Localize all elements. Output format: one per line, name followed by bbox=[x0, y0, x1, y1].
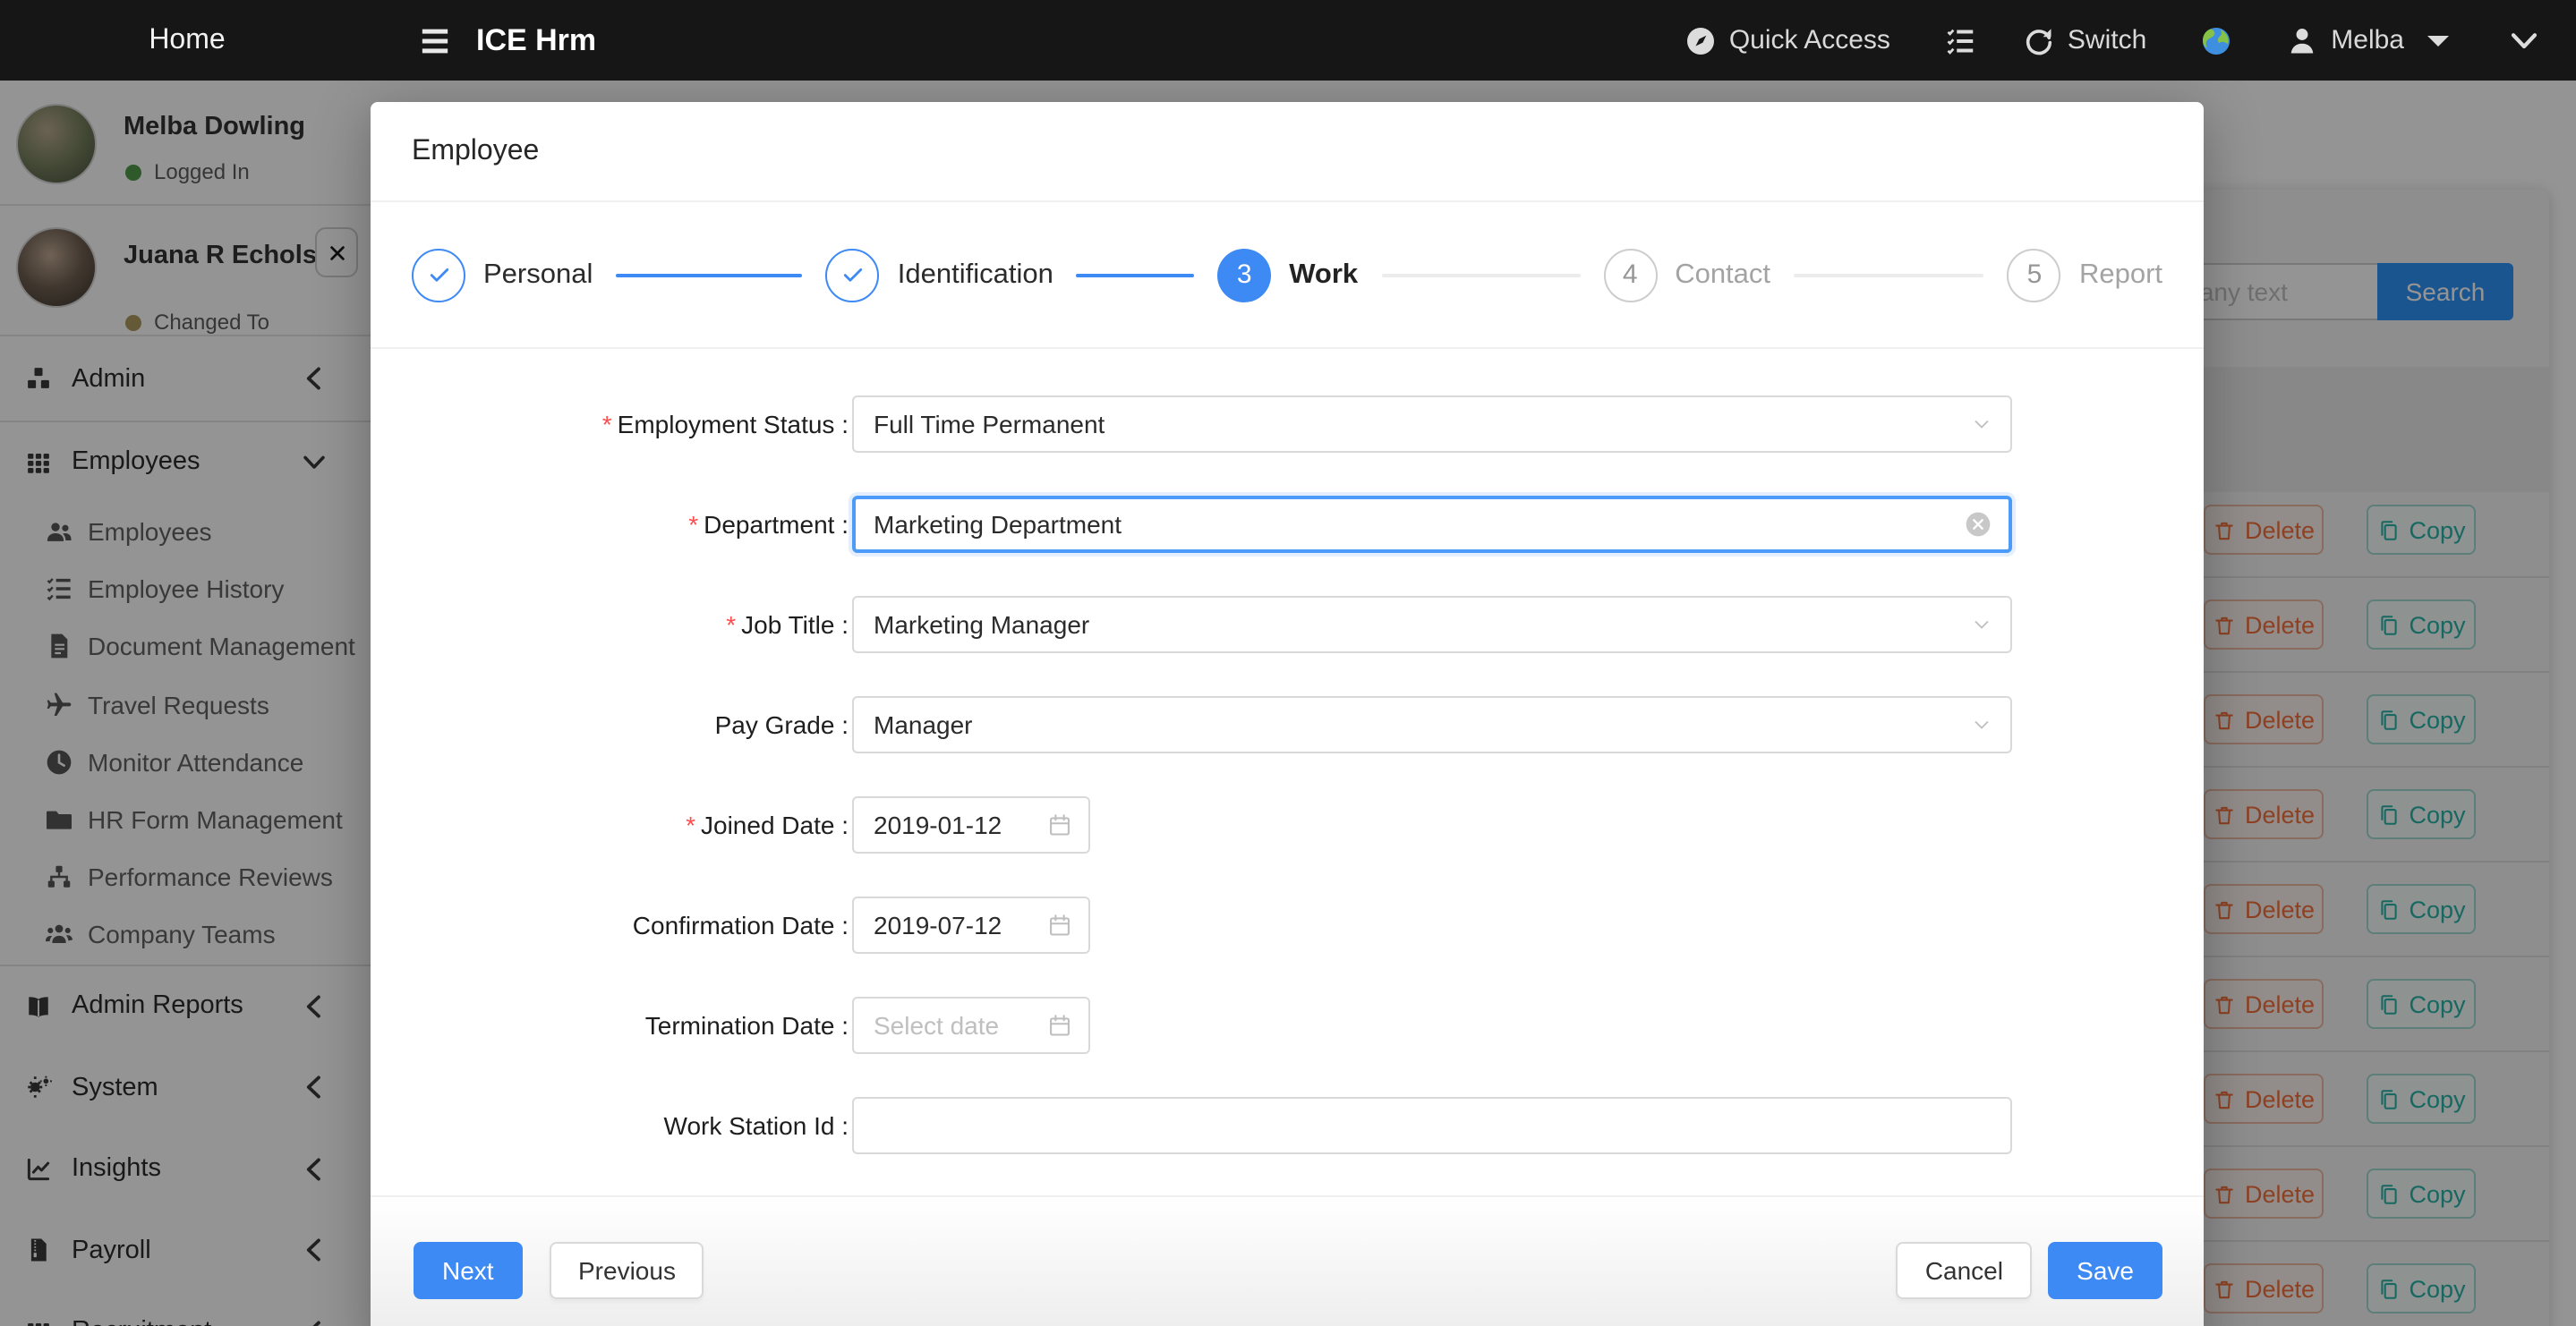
clear-circle-icon bbox=[1964, 510, 1992, 539]
calendar-icon bbox=[1047, 913, 1072, 938]
wizard-step-report[interactable]: 5 Report bbox=[2008, 248, 2162, 302]
previous-button[interactable]: Previous bbox=[550, 1242, 704, 1299]
field-label: *Joined Date : bbox=[412, 811, 849, 839]
field-label: Termination Date : bbox=[412, 1011, 849, 1040]
step-number-circle: 3 bbox=[1217, 248, 1271, 302]
field-value: 2019-01-12 bbox=[874, 811, 1002, 839]
required-asterisk: * bbox=[602, 410, 612, 438]
chevron-down-icon[interactable] bbox=[2508, 24, 2540, 56]
work-station-id-text-field[interactable] bbox=[874, 1111, 1960, 1140]
confirmation-date-datepicker[interactable]: 2019-07-12 bbox=[852, 897, 1090, 954]
step-label: Identification bbox=[898, 259, 1053, 291]
field-label: *Employment Status : bbox=[412, 410, 849, 438]
quick-access-label: Quick Access bbox=[1729, 25, 1890, 55]
calendar-icon bbox=[1047, 1013, 1072, 1038]
step-number-circle: 5 bbox=[2008, 248, 2061, 302]
field-label: Pay Grade : bbox=[412, 710, 849, 739]
job-title-select[interactable]: Marketing Manager bbox=[852, 596, 2012, 653]
employment-status-select[interactable]: Full Time Permanent bbox=[852, 395, 2012, 453]
wizard-step-work[interactable]: 3 Work bbox=[1217, 248, 1358, 302]
compass-icon bbox=[1685, 24, 1717, 56]
step-label: Contact bbox=[1675, 259, 1770, 291]
hamburger-menu-icon[interactable] bbox=[417, 22, 453, 58]
field-value: Marketing Manager bbox=[874, 610, 1089, 639]
step-number-circle: 4 bbox=[1603, 248, 1657, 302]
step-connector bbox=[616, 273, 802, 276]
field-value: Full Time Permanent bbox=[874, 410, 1105, 438]
step-connector bbox=[1381, 273, 1580, 276]
next-button[interactable]: Next bbox=[414, 1242, 523, 1299]
switch-button[interactable]: Switch bbox=[2023, 24, 2146, 56]
check-icon bbox=[425, 261, 452, 288]
field-value: Marketing Department bbox=[874, 510, 1122, 539]
cancel-button[interactable]: Cancel bbox=[1897, 1242, 2032, 1299]
form-row-termination-date: Termination Date : Select date bbox=[371, 975, 2204, 1075]
step-label: Report bbox=[2079, 259, 2162, 291]
user-menu[interactable]: Melba bbox=[2286, 24, 2454, 56]
switch-label: Switch bbox=[2068, 25, 2146, 55]
field-value: Select date bbox=[874, 1011, 999, 1040]
form-row-employment-status: *Employment Status : Full Time Permanent bbox=[371, 374, 2204, 474]
modal-title: Employee bbox=[412, 135, 539, 167]
step-label: Personal bbox=[483, 259, 593, 291]
termination-date-datepicker[interactable]: Select date bbox=[852, 997, 1090, 1054]
employee-modal: Employee Personal Identification 3 Work 4 Con… bbox=[371, 102, 2204, 1326]
field-value: Manager bbox=[874, 710, 973, 739]
switch-icon bbox=[2023, 24, 2055, 56]
field-label: Confirmation Date : bbox=[412, 911, 849, 939]
caret-down-icon bbox=[2422, 24, 2454, 56]
form-row-job-title: *Job Title : Marketing Manager bbox=[371, 574, 2204, 675]
department-select[interactable]: Marketing Department bbox=[852, 496, 2012, 553]
nav-home-link[interactable]: Home bbox=[0, 24, 374, 56]
step-check-circle bbox=[826, 248, 880, 302]
modal-header: Employee bbox=[371, 102, 2204, 202]
required-asterisk: * bbox=[726, 610, 736, 639]
wizard-steps: Personal Identification 3 Work 4 Contact 5 Repo… bbox=[371, 202, 2204, 349]
field-value: 2019-07-12 bbox=[874, 911, 1002, 939]
step-label: Work bbox=[1289, 259, 1358, 291]
todo-list-icon[interactable] bbox=[1944, 24, 1976, 56]
save-button[interactable]: Save bbox=[2048, 1242, 2162, 1299]
user-name-label: Melba bbox=[2331, 25, 2404, 55]
required-asterisk: * bbox=[688, 510, 698, 539]
step-connector bbox=[1794, 273, 1984, 276]
required-asterisk: * bbox=[686, 811, 695, 839]
step-connector bbox=[1077, 273, 1194, 276]
form-row-pay-grade: Pay Grade : Manager bbox=[371, 675, 2204, 775]
wizard-step-identification[interactable]: Identification bbox=[826, 248, 1053, 302]
field-label: *Department : bbox=[412, 510, 849, 539]
joined-date-datepicker[interactable]: 2019-01-12 bbox=[852, 796, 1090, 854]
top-navbar: Home ICE Hrm Quick Access Switch Melba bbox=[0, 0, 2576, 81]
step-check-circle bbox=[412, 248, 465, 302]
calendar-icon bbox=[1047, 812, 1072, 837]
modal-footer: Next Previous Cancel Save bbox=[371, 1195, 2204, 1326]
field-label: Work Station Id : bbox=[412, 1111, 849, 1140]
pay-grade-select[interactable]: Manager bbox=[852, 696, 2012, 753]
quick-access-button[interactable]: Quick Access bbox=[1685, 24, 1890, 56]
wizard-step-personal[interactable]: Personal bbox=[412, 248, 593, 302]
select-arrow-icon bbox=[1971, 614, 1992, 635]
app-brand[interactable]: ICE Hrm bbox=[476, 22, 596, 58]
select-arrow-icon bbox=[1971, 413, 1992, 435]
form-row-work-station-id: Work Station Id : bbox=[371, 1075, 2204, 1176]
select-arrow-icon bbox=[1971, 714, 1992, 735]
form-row-confirmation-date: Confirmation Date : 2019-07-12 bbox=[371, 875, 2204, 975]
language-globe-icon[interactable] bbox=[2200, 24, 2232, 56]
form-row-joined-date: *Joined Date : 2019-01-12 bbox=[371, 775, 2204, 875]
check-icon bbox=[840, 261, 866, 288]
modal-close-button[interactable] bbox=[2145, 134, 2175, 165]
user-icon bbox=[2286, 24, 2318, 56]
nav-right-cluster: Quick Access Switch Melba bbox=[1685, 24, 2540, 56]
field-label: *Job Title : bbox=[412, 610, 849, 639]
form-row-department: *Department : Marketing Department bbox=[371, 474, 2204, 574]
wizard-step-contact[interactable]: 4 Contact bbox=[1603, 248, 1770, 302]
work-station-id-input[interactable] bbox=[852, 1097, 2012, 1154]
employee-work-form: *Employment Status :Full Time Permanent*… bbox=[371, 349, 2204, 1176]
app-screen: Home ICE Hrm Quick Access Switch Melba bbox=[0, 0, 2576, 1326]
